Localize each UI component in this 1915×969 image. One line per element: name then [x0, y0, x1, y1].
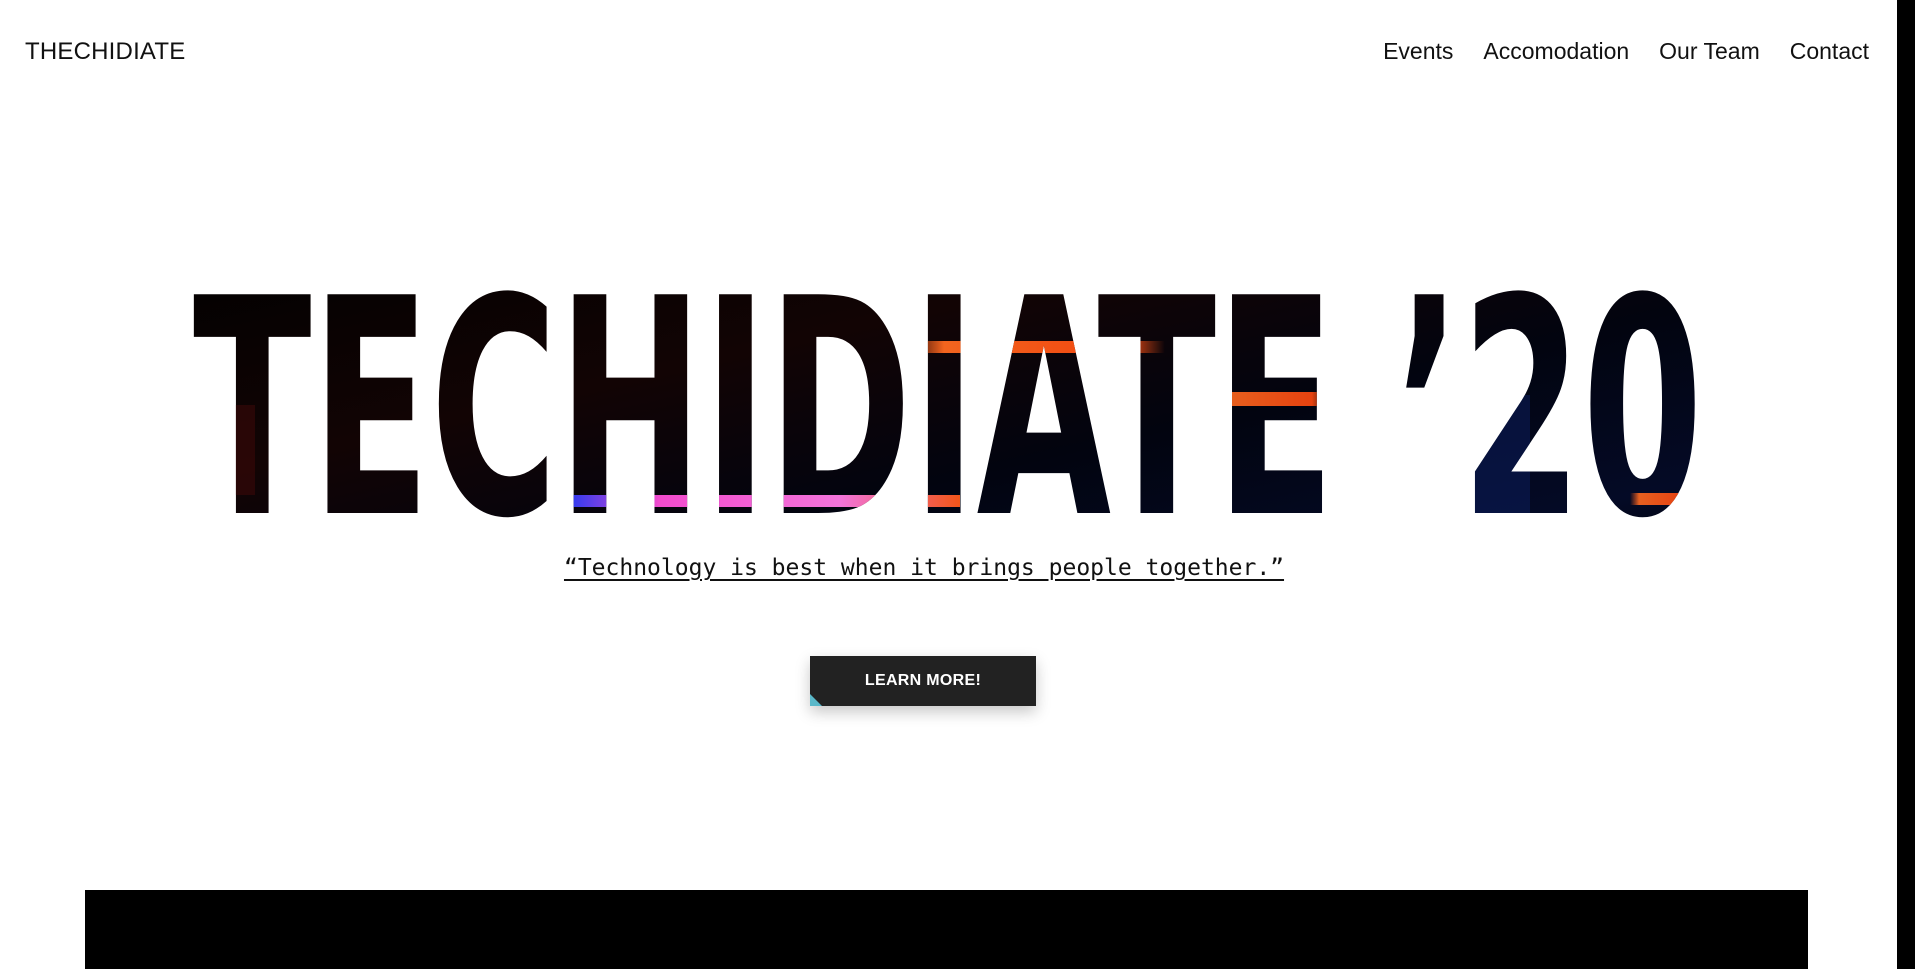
nav-item-accomodation: Accomodation: [1483, 38, 1629, 65]
page: THECHIDIATE Events Accomodation Our Team…: [0, 0, 1915, 969]
nav-item-our-team: Our Team: [1659, 38, 1760, 65]
nav-link-accomodation[interactable]: Accomodation: [1483, 38, 1629, 64]
hero-quote-text[interactable]: “Technology is best when it brings peopl…: [564, 555, 1284, 581]
nav-links: Events Accomodation Our Team Contact: [1383, 38, 1869, 65]
navbar: THECHIDIATE Events Accomodation Our Team…: [0, 0, 1897, 104]
nav-item-events: Events: [1383, 38, 1453, 65]
hero-title: TECHIDIATE ’20 TECHIDIATE ’20: [0, 255, 1897, 540]
nav-link-events[interactable]: Events: [1383, 38, 1453, 64]
learn-more-button[interactable]: LEARN MORE!: [810, 656, 1036, 706]
page-scrollbar[interactable]: [1897, 0, 1915, 969]
hero-quote: “Technology is best when it brings peopl…: [0, 555, 1848, 581]
nav-link-contact[interactable]: Contact: [1790, 38, 1869, 64]
nav-link-our-team[interactable]: Our Team: [1659, 38, 1760, 64]
button-corner-accent: [810, 694, 822, 706]
brand-logo-link[interactable]: THECHIDIATE: [25, 38, 185, 66]
nav-item-contact: Contact: [1790, 38, 1869, 65]
learn-more-button-label: LEARN MORE!: [864, 672, 982, 689]
black-banner-section: [85, 890, 1808, 969]
hero-title-graphic: TECHIDIATE ’20 TECHIDIATE ’20: [193, 255, 1703, 540]
